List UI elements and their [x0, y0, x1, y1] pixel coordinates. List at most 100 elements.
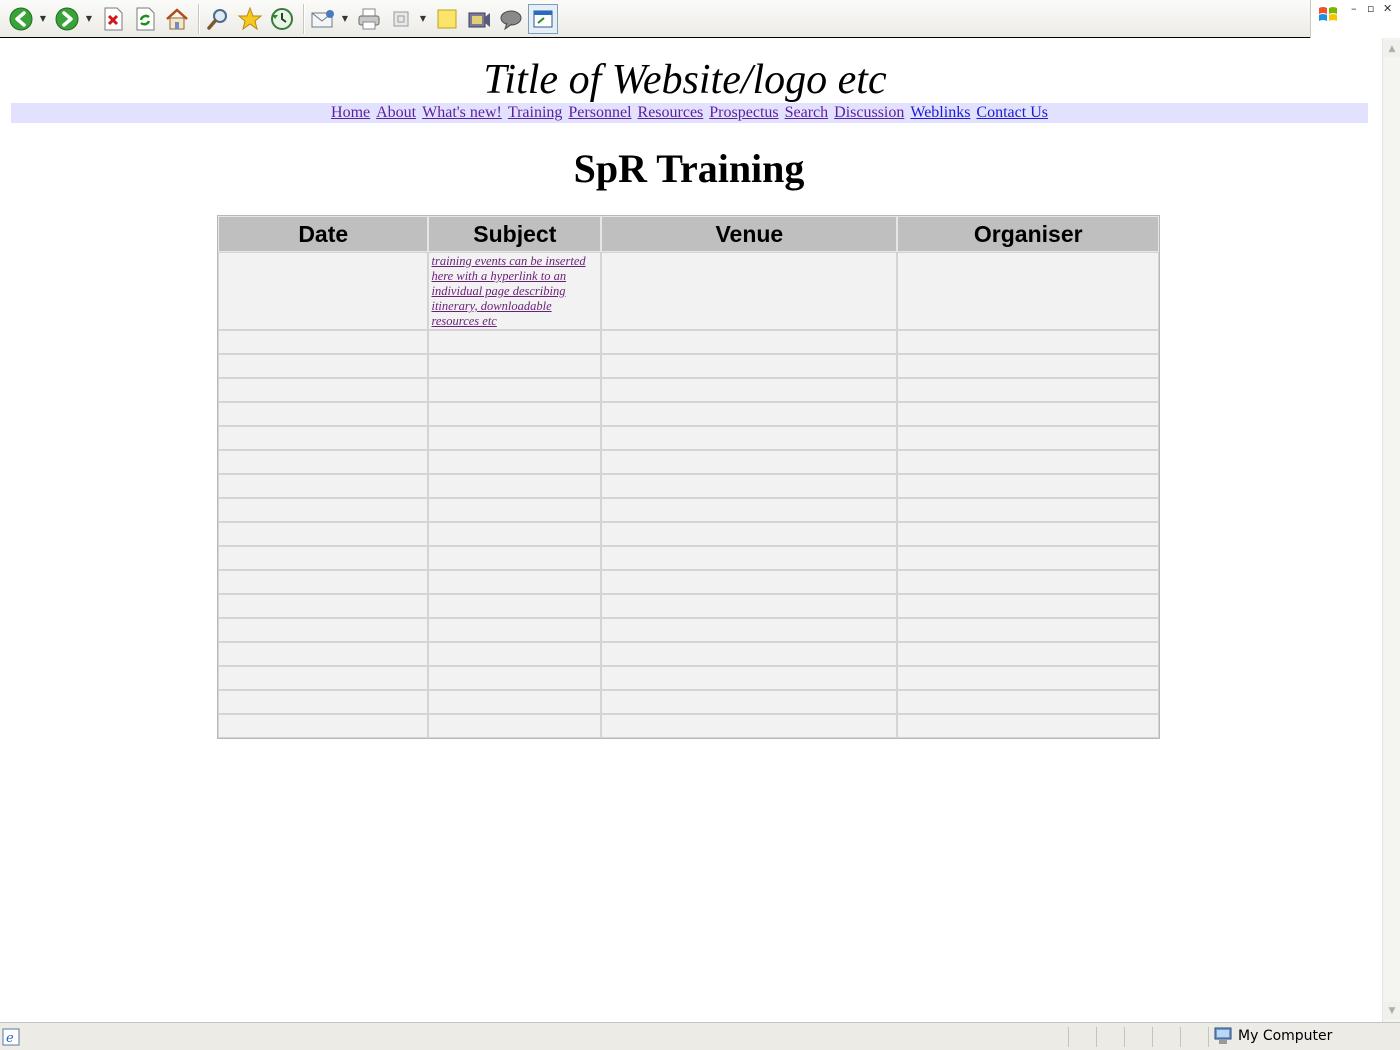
table-cell [897, 450, 1159, 474]
table-cell [897, 354, 1159, 378]
site-title: Title of Website/logo etc [483, 57, 887, 103]
active-window-icon[interactable] [528, 3, 558, 34]
table-cell [601, 546, 898, 570]
table-cell [428, 714, 602, 738]
vertical-scrollbar[interactable]: ▲ ▼ [1382, 38, 1400, 1022]
table-cell [428, 594, 602, 618]
column-header-organiser: Organiser [897, 216, 1159, 252]
table-cell [428, 354, 602, 378]
table-cell [897, 546, 1159, 570]
table-row [218, 666, 1159, 690]
table-cell [601, 498, 898, 522]
nav-link-prospectus[interactable]: Prospectus [709, 104, 778, 121]
page-heading: SpR Training [573, 146, 805, 191]
search-icon[interactable] [203, 4, 233, 34]
table-cell [218, 642, 429, 666]
scroll-down-icon[interactable]: ▼ [1384, 1002, 1400, 1019]
notes-icon[interactable] [432, 4, 462, 34]
table-row [218, 426, 1159, 450]
page-status-icon: e [2, 1028, 20, 1046]
mail-icon[interactable] [308, 4, 338, 34]
table-cell [601, 474, 898, 498]
table-cell [218, 594, 429, 618]
table-row [218, 594, 1159, 618]
table-row [218, 690, 1159, 714]
refresh-icon[interactable] [130, 4, 160, 34]
nav-link-about[interactable]: About [376, 104, 416, 121]
back-dropdown-icon[interactable]: ▼ [38, 4, 48, 34]
table-cell [601, 450, 898, 474]
mail-dropdown-icon[interactable]: ▼ [340, 4, 350, 34]
stop-icon[interactable] [98, 4, 128, 34]
media-icon[interactable] [464, 4, 494, 34]
table-cell [897, 714, 1159, 738]
table-cell [218, 252, 429, 330]
close-icon[interactable]: ✕ [1383, 2, 1392, 15]
table-cell [218, 498, 429, 522]
table-cell [428, 378, 602, 402]
discuss-icon[interactable] [496, 4, 526, 34]
table-cell [218, 402, 429, 426]
table-cell [897, 594, 1159, 618]
table-cell [428, 402, 602, 426]
nav-link-search[interactable]: Search [785, 104, 829, 121]
table-cell [218, 330, 429, 354]
nav-bar: Home About What's new! Training Personne… [11, 103, 1368, 123]
table-cell [601, 426, 898, 450]
nav-link-contact-us[interactable]: Contact Us [976, 104, 1048, 121]
table-row [218, 474, 1159, 498]
minimize-icon[interactable]: – [1351, 2, 1357, 15]
status-bar: e My Computer [0, 1022, 1400, 1050]
nav-link-discussion[interactable]: Discussion [834, 104, 904, 121]
table-cell [428, 522, 602, 546]
table-cell [428, 330, 602, 354]
table-cell [428, 474, 602, 498]
table-cell [897, 642, 1159, 666]
home-icon[interactable] [162, 4, 192, 34]
table-cell [897, 474, 1159, 498]
table-cell [428, 498, 602, 522]
table-cell [218, 666, 429, 690]
table-cell [218, 426, 429, 450]
table-row [218, 402, 1159, 426]
nav-link-training[interactable]: Training [508, 104, 563, 121]
nav-link-weblinks[interactable]: Weblinks [910, 104, 970, 121]
training-event-link[interactable]: training events can be inserted here wit… [429, 253, 600, 329]
browser-toolbar: ▼ ▼ ▼ ▼ [0, 0, 1310, 38]
edit-dropdown-icon[interactable]: ▼ [418, 4, 428, 34]
forward-icon[interactable] [52, 4, 82, 34]
restore-icon[interactable]: ▫ [1367, 2, 1374, 15]
nav-link-home[interactable]: Home [331, 104, 370, 121]
table-cell [218, 570, 429, 594]
table-row [218, 618, 1159, 642]
table-row [218, 330, 1159, 354]
table-cell [218, 618, 429, 642]
history-icon[interactable] [267, 4, 297, 34]
nav-link-resources[interactable]: Resources [638, 104, 704, 121]
table-cell [897, 570, 1159, 594]
print-icon[interactable] [354, 4, 384, 34]
table-cell [601, 378, 898, 402]
table-cell [218, 474, 429, 498]
forward-dropdown-icon[interactable]: ▼ [84, 4, 94, 34]
table-row [218, 714, 1159, 738]
table-cell [218, 714, 429, 738]
table-cell [897, 666, 1159, 690]
scroll-up-icon[interactable]: ▲ [1384, 40, 1400, 57]
table-cell [218, 690, 429, 714]
table-row: training events can be inserted here wit… [218, 252, 1159, 330]
back-icon[interactable] [6, 4, 36, 34]
table-cell [601, 354, 898, 378]
table-cell [897, 498, 1159, 522]
favorites-icon[interactable] [235, 4, 265, 34]
edit-icon[interactable] [386, 4, 416, 34]
table-cell [601, 594, 898, 618]
nav-link-whats-new[interactable]: What's new! [422, 104, 502, 121]
table-cell [601, 570, 898, 594]
table-cell [601, 642, 898, 666]
table-cell [897, 690, 1159, 714]
table-cell [601, 618, 898, 642]
table-row [218, 642, 1159, 666]
table-cell [601, 252, 898, 330]
nav-link-personnel[interactable]: Personnel [568, 104, 631, 121]
